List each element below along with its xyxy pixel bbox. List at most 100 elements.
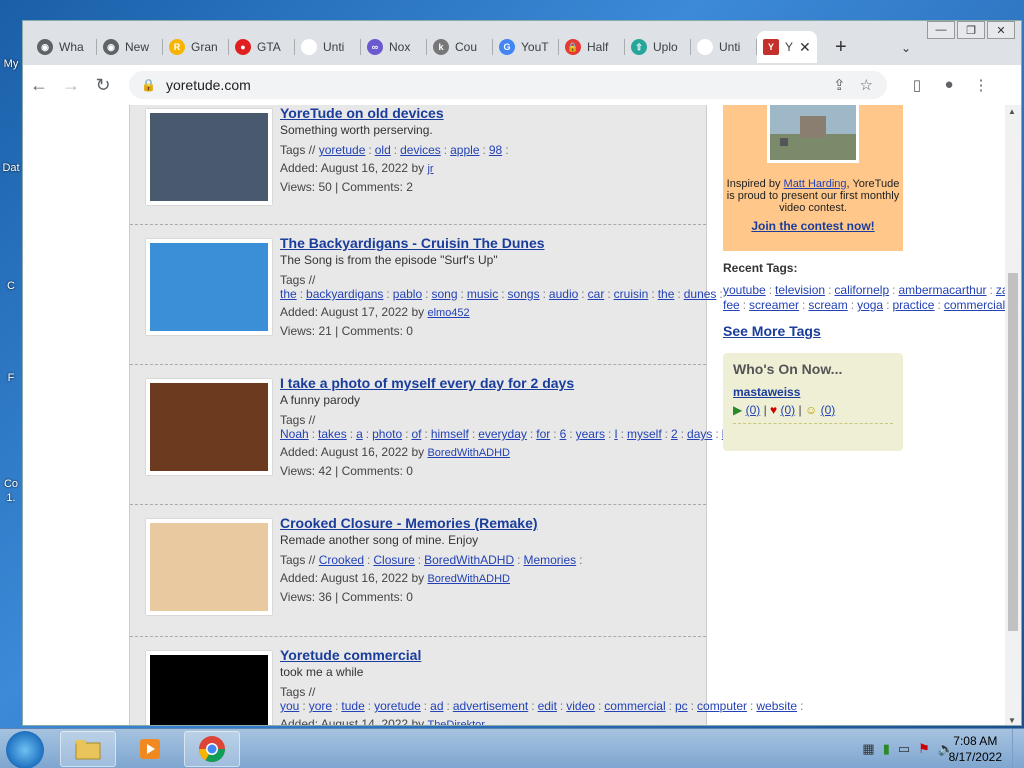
tag-link[interactable]: himself bbox=[431, 427, 469, 441]
share-icon[interactable]: ⇪ bbox=[833, 76, 846, 94]
tag-link[interactable]: edit bbox=[538, 699, 557, 713]
minimize-button[interactable]: — bbox=[927, 21, 955, 39]
maximize-button[interactable]: ❐ bbox=[957, 21, 985, 39]
desktop-icon-label[interactable]: C bbox=[0, 280, 22, 292]
scroll-thumb[interactable] bbox=[1008, 273, 1018, 631]
tag-link[interactable]: Noah bbox=[280, 427, 309, 441]
friends-count[interactable]: (0) bbox=[821, 403, 836, 417]
tag-link[interactable]: advertisement bbox=[453, 699, 528, 713]
tag-link[interactable]: devices bbox=[400, 143, 441, 157]
contest-image[interactable] bbox=[767, 105, 859, 163]
tag-link[interactable]: music bbox=[467, 287, 498, 301]
browser-tab[interactable]: Unti bbox=[295, 31, 361, 63]
recent-tag-link[interactable]: ambermacarthur bbox=[898, 283, 986, 297]
browser-tab[interactable]: R Gran bbox=[163, 31, 229, 63]
show-desktop-button[interactable] bbox=[1012, 729, 1024, 768]
video-title-link[interactable]: YoreTude on old devices bbox=[280, 106, 700, 120]
tag-link[interactable]: takes bbox=[318, 427, 347, 441]
online-user-link[interactable]: mastaweiss bbox=[733, 385, 893, 399]
desktop-icon-label[interactable]: F bbox=[0, 372, 22, 384]
tag-link[interactable]: BoredWithADHD bbox=[424, 553, 514, 567]
tag-link[interactable]: yore bbox=[309, 699, 332, 713]
video-title-link[interactable]: I take a photo of myself every day for 2… bbox=[280, 376, 700, 390]
recent-tag-link[interactable]: screamer bbox=[749, 298, 799, 312]
address-bar[interactable]: 🔒 yoretude.com ⇪ ☆ bbox=[129, 71, 887, 99]
recent-tag-link[interactable]: television bbox=[775, 283, 825, 297]
video-thumbnail[interactable] bbox=[146, 651, 272, 725]
tag-link[interactable]: ad bbox=[430, 699, 443, 713]
video-thumbnail[interactable] bbox=[146, 239, 272, 335]
tag-link[interactable]: yoretude bbox=[319, 143, 366, 157]
tag-link[interactable]: 98 bbox=[489, 143, 502, 157]
close-window-button[interactable]: ✕ bbox=[987, 21, 1015, 39]
browser-tab[interactable]: ◉ New bbox=[97, 31, 163, 63]
desktop-icon-label[interactable]: Co bbox=[0, 478, 22, 490]
explorer-taskbar-icon[interactable] bbox=[60, 731, 116, 767]
start-button[interactable] bbox=[6, 731, 44, 768]
tag-link[interactable]: backyardigans bbox=[306, 287, 383, 301]
bookmark-star-icon[interactable]: ☆ bbox=[860, 76, 873, 94]
tag-link[interactable]: pablo bbox=[393, 287, 422, 301]
recent-tag-link[interactable]: californelp bbox=[834, 283, 889, 297]
tag-link[interactable]: dunes bbox=[684, 287, 717, 301]
favorites-count[interactable]: (0) bbox=[781, 403, 796, 417]
scroll-down-icon[interactable]: ▼ bbox=[1008, 716, 1016, 725]
tag-link[interactable]: video bbox=[566, 699, 595, 713]
tag-link[interactable]: of bbox=[411, 427, 421, 441]
tag-link[interactable]: pc bbox=[675, 699, 688, 713]
tag-link[interactable]: Memories bbox=[523, 553, 576, 567]
uploader-link[interactable]: elmo452 bbox=[427, 307, 469, 319]
tag-link[interactable]: tude bbox=[341, 699, 364, 713]
tag-link[interactable]: yoretude bbox=[374, 699, 421, 713]
uploader-link[interactable]: TheDirektor bbox=[427, 719, 484, 725]
app-tray-icon[interactable]: ▮ bbox=[883, 741, 890, 757]
video-thumbnail[interactable] bbox=[146, 519, 272, 615]
browser-tab[interactable]: ⇧ Uplo bbox=[625, 31, 691, 63]
profile-avatar-icon[interactable]: ● bbox=[933, 76, 965, 94]
tag-link[interactable]: the bbox=[658, 287, 675, 301]
video-thumbnail[interactable] bbox=[146, 379, 272, 475]
tag-link[interactable]: days bbox=[687, 427, 712, 441]
tag-link[interactable]: old bbox=[375, 143, 391, 157]
network-icon[interactable]: ▦ bbox=[862, 741, 874, 757]
tag-link[interactable]: audio bbox=[549, 287, 578, 301]
lock-icon[interactable]: 🔒 bbox=[141, 78, 156, 92]
video-title-link[interactable]: Crooked Closure - Memories (Remake) bbox=[280, 516, 700, 530]
videos-count[interactable]: (0) bbox=[746, 403, 761, 417]
browser-tab[interactable]: Unti bbox=[691, 31, 757, 63]
tag-link[interactable]: computer bbox=[697, 699, 747, 713]
tag-link[interactable]: a bbox=[356, 427, 363, 441]
tag-link[interactable]: for bbox=[536, 427, 550, 441]
tag-link[interactable]: 6 bbox=[560, 427, 567, 441]
join-contest-link[interactable]: Join the contest now! bbox=[723, 219, 903, 233]
recent-tag-link[interactable]: scream bbox=[808, 298, 847, 312]
tag-link[interactable]: myself bbox=[627, 427, 662, 441]
uploader-link[interactable]: BoredWithADHD bbox=[427, 447, 510, 459]
close-tab-icon[interactable]: ✕ bbox=[799, 39, 811, 56]
recent-tag-link[interactable]: yoga bbox=[857, 298, 883, 312]
video-title-link[interactable]: Yoretude commercial bbox=[280, 648, 700, 662]
tag-link[interactable]: Crooked bbox=[319, 553, 364, 567]
tag-link[interactable]: photo bbox=[372, 427, 402, 441]
contest-author-link[interactable]: Matt Harding bbox=[784, 178, 847, 190]
clock[interactable]: 7:08 AM 8/17/2022 bbox=[949, 733, 1002, 765]
tag-link[interactable]: song bbox=[431, 287, 457, 301]
desktop-icon-label[interactable]: My bbox=[0, 58, 22, 70]
browser-tab[interactable]: ∞ Nox bbox=[361, 31, 427, 63]
page-scrollbar[interactable]: ▲ ▼ bbox=[1005, 105, 1021, 725]
new-tab-icon[interactable]: + bbox=[835, 36, 847, 59]
browser-tab[interactable]: ● GTA bbox=[229, 31, 295, 63]
recent-tag-link[interactable]: practice bbox=[892, 298, 934, 312]
uploader-link[interactable]: BoredWithADHD bbox=[427, 573, 510, 585]
reload-icon[interactable]: ↻ bbox=[87, 75, 119, 96]
uploader-link[interactable]: jr bbox=[427, 163, 433, 175]
url-text[interactable]: yoretude.com bbox=[166, 77, 833, 93]
tag-link[interactable]: everyday bbox=[478, 427, 527, 441]
browser-tab[interactable]: k Cou bbox=[427, 31, 493, 63]
recent-tag-link[interactable]: youtube bbox=[723, 283, 766, 297]
video-title-link[interactable]: The Backyardigans - Cruisin The Dunes bbox=[280, 236, 700, 250]
tab-search-icon[interactable]: ⌄ bbox=[901, 41, 911, 55]
menu-kebab-icon[interactable]: ⋮ bbox=[965, 76, 997, 94]
scroll-up-icon[interactable]: ▲ bbox=[1008, 107, 1016, 116]
display-icon[interactable]: ▭ bbox=[898, 741, 910, 757]
